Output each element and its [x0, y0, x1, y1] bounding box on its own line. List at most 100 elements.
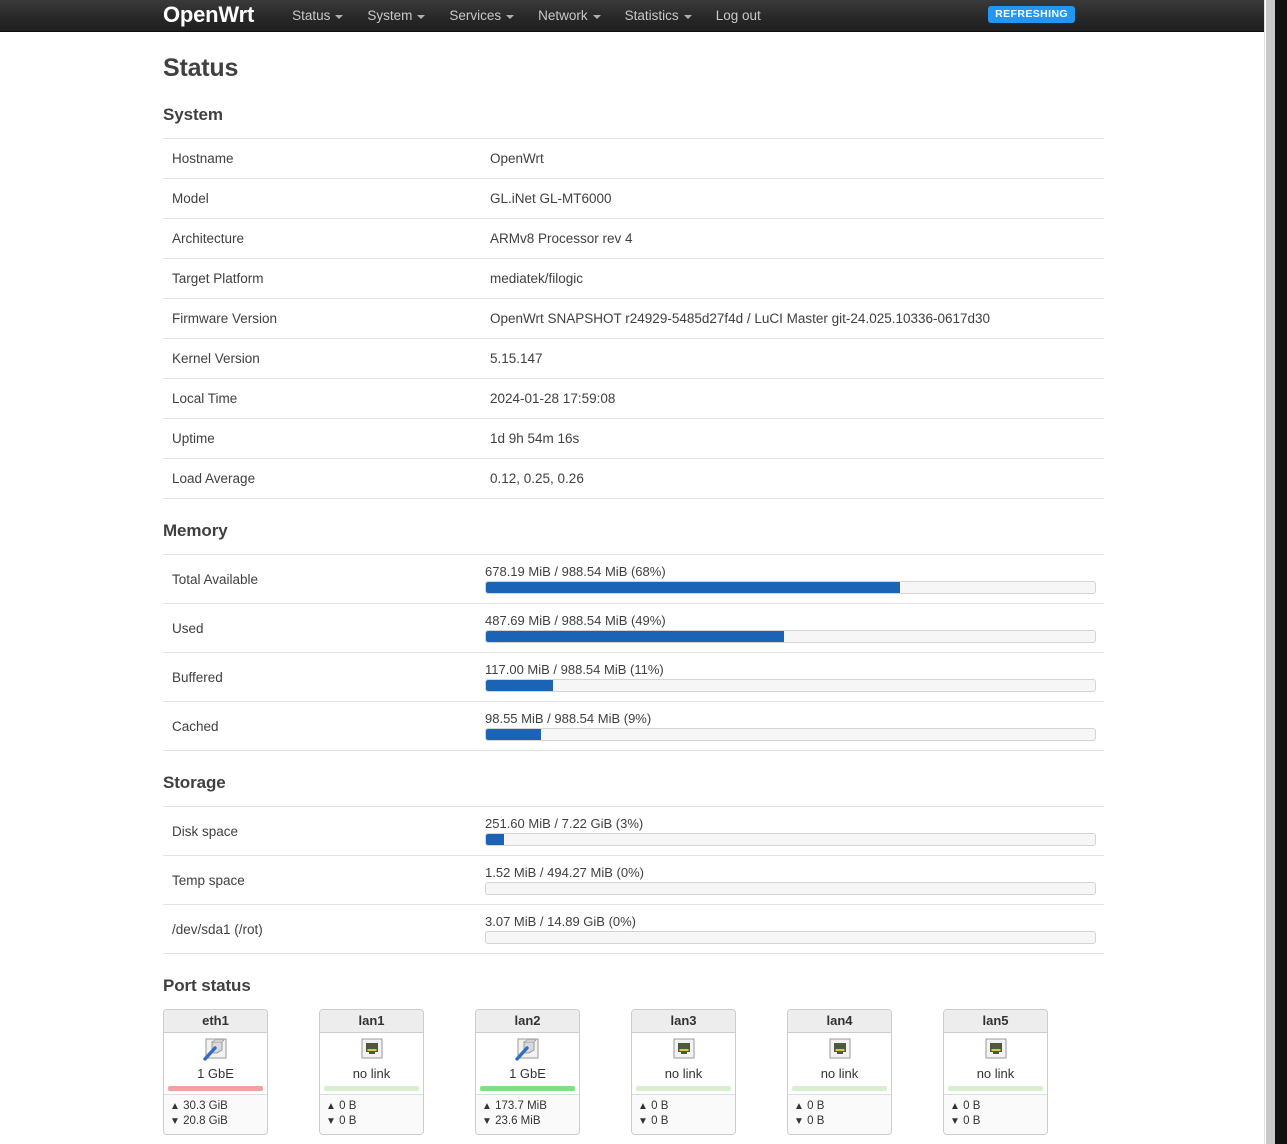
row-value: 117.00 MiB / 988.54 MiB (11%) — [485, 653, 1104, 702]
gauge-label: 678.19 MiB / 988.54 MiB (68%) — [485, 564, 666, 579]
nav-item-label: Services — [449, 7, 502, 23]
port-name: lan5 — [944, 1010, 1047, 1033]
nav-menu: Status System Services Network Statistics Log… — [280, 0, 773, 32]
download-arrow-icon: ▼ — [170, 1116, 180, 1127]
port-link-status: no link — [976, 1066, 1015, 1081]
chevron-down-icon — [592, 14, 601, 19]
port-rx-value: 0 B — [807, 1115, 825, 1127]
main-content: Status System Hostname OpenWrt Model GL.iNe… — [0, 54, 1265, 1144]
port-rx-value: 20.8 GiB — [183, 1115, 228, 1127]
port-card-lan2[interactable]: lan2 1 GbE ▲ 173.7 MiB ▼ 23.6 MiB — [475, 1009, 580, 1135]
table-row: Disk space 251.60 MiB / 7.22 GiB (3%) — [163, 806, 1104, 856]
port-card-lan3[interactable]: lan3 no link ▲ 0 B ▼ 0 B — [631, 1009, 736, 1135]
upload-arrow-icon: ▲ — [170, 1101, 180, 1112]
gauge-track — [485, 679, 1096, 692]
refreshing-badge[interactable]: REFRESHING — [988, 6, 1075, 23]
nav-item-label: Log out — [715, 7, 761, 23]
nav-item-statistics[interactable]: Statistics — [613, 0, 704, 32]
table-row: Buffered 117.00 MiB / 988.54 MiB (11%) — [163, 652, 1104, 702]
port-activity-bar — [480, 1086, 575, 1091]
row-label: Local Time — [172, 391, 238, 406]
row-value: 3.07 MiB / 14.89 GiB (0%) — [485, 905, 1104, 954]
nav-item-label: Network — [538, 7, 588, 23]
ethernet-nolink-icon — [826, 1038, 854, 1064]
table-row: Model GL.iNet GL-MT6000 — [163, 178, 1104, 219]
port-traffic-stats: ▲ 0 B ▼ 0 B — [320, 1094, 423, 1134]
ethernet-connected-icon — [514, 1038, 542, 1064]
port-tx-value: 30.3 GiB — [183, 1100, 228, 1112]
ethernet-nolink-icon — [358, 1038, 386, 1064]
port-traffic-stats: ▲ 173.7 MiB ▼ 23.6 MiB — [476, 1094, 579, 1134]
chevron-down-icon — [683, 14, 692, 19]
download-arrow-icon: ▼ — [638, 1116, 648, 1127]
nav-item-network[interactable]: Network — [526, 0, 613, 32]
storage-table: Disk space 251.60 MiB / 7.22 GiB (3%) Temp… — [163, 806, 1104, 954]
gauge-fill — [486, 834, 505, 845]
section-title-port-status: Port status — [163, 976, 251, 995]
progress-gauge: 678.19 MiB / 988.54 MiB (68%) — [485, 564, 1096, 594]
top-navbar: OpenWrt Status System Services Network Stati… — [0, 0, 1265, 32]
table-row: Target Platform mediatek/filogic — [163, 258, 1104, 299]
gauge-track — [485, 882, 1096, 895]
table-row: Total Available 678.19 MiB / 988.54 MiB (… — [163, 554, 1104, 604]
row-label: Architecture — [172, 231, 245, 246]
page-root: OpenWrt Status System Services Network Stati… — [0, 0, 1265, 1144]
port-card-lan1[interactable]: lan1 no link ▲ 0 B ▼ 0 B — [319, 1009, 424, 1135]
row-value: OpenWrt SNAPSHOT r24929-5485d27f4d / LuC… — [490, 311, 991, 326]
row-label: Model — [172, 191, 209, 206]
progress-gauge: 1.52 MiB / 494.27 MiB (0%) — [485, 865, 1096, 895]
port-card-lan4[interactable]: lan4 no link ▲ 0 B ▼ 0 B — [787, 1009, 892, 1135]
port-activity-bar — [324, 1086, 419, 1091]
port-activity-bar — [948, 1086, 1043, 1091]
port-tx-value: 0 B — [339, 1100, 357, 1112]
gauge-label: 117.00 MiB / 988.54 MiB (11%) — [485, 662, 664, 677]
gauge-label: 251.60 MiB / 7.22 GiB (3%) — [485, 816, 644, 831]
progress-gauge: 3.07 MiB / 14.89 GiB (0%) — [485, 914, 1096, 944]
gauge-fill — [486, 729, 541, 740]
section-title-storage: Storage — [163, 773, 226, 792]
port-link-status: 1 GbE — [509, 1066, 546, 1081]
row-value: GL.iNet GL-MT6000 — [490, 191, 612, 206]
port-card-lan5[interactable]: lan5 no link ▲ 0 B ▼ 0 B — [943, 1009, 1048, 1135]
download-arrow-icon: ▼ — [950, 1116, 960, 1127]
port-tx-value: 0 B — [807, 1100, 825, 1112]
gauge-label: 487.69 MiB / 988.54 MiB (49%) — [485, 613, 666, 628]
window-gutter — [1275, 0, 1287, 1144]
table-row: Used 487.69 MiB / 988.54 MiB (49%) — [163, 603, 1104, 653]
section-title-memory: Memory — [163, 521, 228, 540]
row-value: 678.19 MiB / 988.54 MiB (68%) — [485, 555, 1104, 604]
port-rx-value: 0 B — [339, 1115, 357, 1127]
brand-logo[interactable]: OpenWrt — [163, 3, 254, 28]
table-row: Temp space 1.52 MiB / 494.27 MiB (0%) — [163, 855, 1104, 905]
ethernet-nolink-icon — [982, 1038, 1010, 1064]
system-table: Hostname OpenWrt Model GL.iNet GL-MT6000 Arc… — [163, 138, 1104, 499]
table-row: Architecture ARMv8 Processor rev 4 — [163, 218, 1104, 259]
nav-item-log-out[interactable]: Log out — [704, 0, 773, 32]
row-value: 5.15.147 — [490, 351, 543, 366]
nav-item-system[interactable]: System — [355, 0, 437, 32]
port-rx-value: 0 B — [963, 1115, 981, 1127]
nav-item-services[interactable]: Services — [437, 0, 526, 32]
row-label: Target Platform — [172, 271, 264, 286]
port-name: lan4 — [788, 1010, 891, 1033]
port-tx-value: 0 B — [651, 1100, 669, 1112]
nav-item-status[interactable]: Status — [280, 0, 355, 32]
table-row: Kernel Version 5.15.147 — [163, 338, 1104, 379]
download-arrow-icon: ▼ — [326, 1116, 336, 1127]
gauge-track — [485, 931, 1096, 944]
port-card-eth1[interactable]: eth1 1 GbE ▲ 30.3 GiB ▼ 20.8 GiB — [163, 1009, 268, 1135]
port-body: no link — [944, 1033, 1047, 1091]
row-value: 98.55 MiB / 988.54 MiB (9%) — [485, 702, 1104, 751]
port-body: 1 GbE — [164, 1033, 267, 1091]
gauge-track — [485, 630, 1096, 643]
chevron-down-icon — [506, 14, 515, 19]
row-label: Buffered — [172, 669, 223, 685]
port-rx-value: 23.6 MiB — [495, 1115, 541, 1127]
gauge-track — [485, 728, 1096, 741]
row-value: mediatek/filogic — [490, 271, 584, 286]
chevron-down-icon — [335, 14, 344, 19]
upload-arrow-icon: ▲ — [482, 1101, 492, 1112]
vertical-scrollbar-thumb[interactable] — [1266, 0, 1275, 1144]
port-link-status: no link — [664, 1066, 703, 1081]
progress-gauge: 117.00 MiB / 988.54 MiB (11%) — [485, 662, 1096, 692]
